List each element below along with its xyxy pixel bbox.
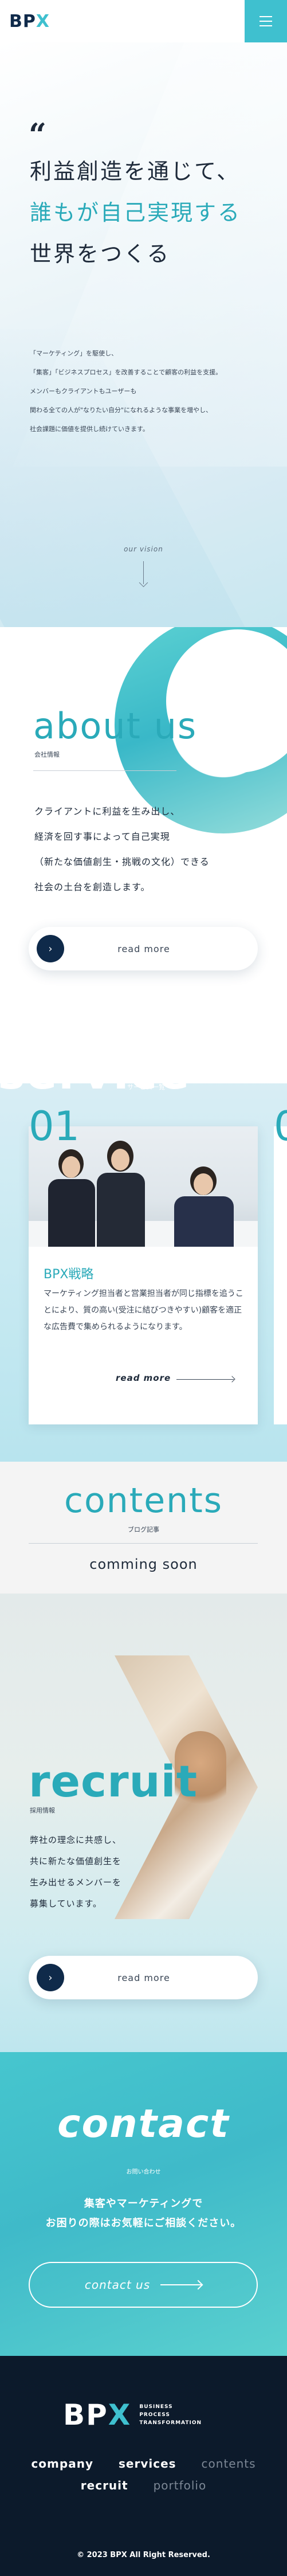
chevron-right-icon: › xyxy=(37,1964,64,1991)
footer-logo-text: BPX xyxy=(63,2398,132,2432)
recruit-body-line: 募集しています。 xyxy=(30,1898,103,1909)
site-header: BPX xyxy=(0,0,287,42)
about-subtitle: 会社情報 xyxy=(34,751,60,758)
hero-body: 「マーケティング」を駆使し、 「集客」「ビジネスプロセス」を改善することで顧客の… xyxy=(30,344,259,439)
contents-status: comming soon xyxy=(89,1556,198,1572)
hero-body-line: メンバーもクライアントもユーザーも xyxy=(30,387,137,395)
service-card-title: BPX戦略 xyxy=(44,1267,94,1282)
service-card[interactable]: BPX戦略 マーケティング担当者と営業担当者が同じ指標を追うことにより、質の高い… xyxy=(29,1126,258,1424)
divider xyxy=(33,770,176,771)
about-title: about us xyxy=(33,705,198,747)
photo-person xyxy=(95,1141,146,1247)
footer-nav: company services contents recruit portfo… xyxy=(0,2457,287,2500)
divider xyxy=(29,1543,258,1544)
service-read-more-link[interactable]: read more xyxy=(116,1373,171,1383)
logo[interactable]: BPX xyxy=(0,0,50,42)
quote-mark: “ xyxy=(29,116,47,153)
site-footer: BPX BUSINESS PROCESS TRANSFORMATION comp… xyxy=(0,2356,287,2576)
photo-person xyxy=(46,1149,97,1247)
footer-tagline-line: BUSINESS xyxy=(139,2404,173,2410)
service-card-number: 01 xyxy=(29,1103,80,1150)
contents-title: contents xyxy=(64,1481,223,1521)
footer-logo[interactable]: BPX BUSINESS PROCESS TRANSFORMATION xyxy=(63,2401,202,2429)
photo-person xyxy=(172,1166,235,1247)
contents-section: contents ブログ記事 comming soon xyxy=(0,1462,287,1594)
logo-text: BPX xyxy=(9,11,50,32)
next-service-card[interactable] xyxy=(274,1126,287,1424)
footer-tagline-line: PROCESS xyxy=(139,2412,170,2418)
about-section: about us 会社情報 クライアントに利益を生み出し、 経済を回す事によって… xyxy=(0,627,287,1049)
recruit-body: 弊社の理念に共感し、 共に新たな価値創生を 生み出せるメンバーを 募集しています… xyxy=(30,1830,121,1915)
footer-nav-row: company services contents xyxy=(0,2457,287,2471)
hero-heading-line-accent: 誰もが自己実現する xyxy=(30,200,242,225)
about-body-line: （新たな価値創生・挑戦の文化）できる xyxy=(34,856,210,867)
contact-us-label: contact us xyxy=(84,2278,151,2292)
hero-body-line: 「集客」「ビジネスプロセス」を改善することで顧客の利益を支援。 xyxy=(30,369,222,376)
read-more-label: read more xyxy=(117,1972,170,1983)
contact-subtitle: お問い合わせ xyxy=(126,2169,161,2175)
hero-body-line: 社会課題に価値を提供し続けていきます。 xyxy=(30,425,149,433)
hamburger-icon-bar xyxy=(260,25,272,26)
footer-link-portfolio[interactable]: portfolio xyxy=(154,2479,207,2492)
about-body-line: 社会の土台を創造します。 xyxy=(34,882,151,892)
chevron-right-icon: › xyxy=(37,935,64,962)
footer-nav-row: recruit portfolio xyxy=(0,2479,287,2492)
hero-heading-line: 世界をつくる xyxy=(30,241,171,267)
menu-button[interactable] xyxy=(245,0,287,42)
contact-text-line: 集客やマーケティングで xyxy=(84,2198,203,2210)
hero-body-line: 「マーケティング」を駆使し、 xyxy=(30,350,118,357)
service-section: service サービス一覧 0 BPX戦略 マーケティング担当者と営業担当者が… xyxy=(0,1049,287,1462)
arrow-right-icon xyxy=(176,1379,234,1380)
footer-link-contents[interactable]: contents xyxy=(202,2457,256,2471)
footer-link-company[interactable]: company xyxy=(31,2457,93,2471)
contents-subtitle: ブログ記事 xyxy=(128,1526,159,1533)
next-service-number: 0 xyxy=(274,1103,287,1150)
hero-section: “ 利益創造を通じて、 誰もが自己実現する 世界をつくる 「マーケティング」を駆… xyxy=(0,42,287,627)
about-body: クライアントに利益を生み出し、 経済を回す事によって自己実現 （新たな価値創生・… xyxy=(34,799,210,900)
about-read-more-button[interactable]: › read more xyxy=(29,927,258,970)
contact-text: 集客やマーケティングで お困りの際はお気軽にご相談ください。 xyxy=(0,2194,287,2233)
contact-section: contact お問い合わせ 集客やマーケティングで お困りの際はお気軽にご相談… xyxy=(0,2052,287,2356)
contact-us-button[interactable]: contact us xyxy=(29,2262,258,2308)
about-body-line: 経済を回す事によって自己実現 xyxy=(34,831,170,842)
recruit-read-more-button[interactable]: › read more xyxy=(29,1956,258,1999)
read-more-label: read more xyxy=(117,943,170,954)
hero-heading-line: 利益創造を通じて、 xyxy=(30,159,241,184)
hamburger-icon xyxy=(260,16,272,17)
copyright: © 2023 BPX All Right Reserved. xyxy=(77,2551,210,2559)
footer-link-services[interactable]: services xyxy=(119,2457,176,2471)
recruit-subtitle: 採用情報 xyxy=(30,1807,55,1814)
service-subtitle: サービス一覧 xyxy=(127,1083,165,1091)
recruit-section: recruit 採用情報 弊社の理念に共感し、 共に新たな価値創生を 生み出せる… xyxy=(0,1594,287,2052)
scroll-label[interactable]: our vision xyxy=(0,545,287,553)
recruit-body-line: 弊社の理念に共感し、 xyxy=(30,1835,122,1845)
service-card-text: マーケティング担当者と営業担当者が同じ指標を追うことにより、質の高い(受注に結び… xyxy=(44,1289,243,1332)
page: BPX “ 利益創造を通じて、 誰もが自己実現する 世界をつくる 「マーケティン… xyxy=(0,0,287,2576)
footer-link-recruit[interactable]: recruit xyxy=(81,2479,128,2492)
recruit-body-line: 共に新たな価値創生を xyxy=(30,1856,122,1866)
recruit-title: recruit xyxy=(29,1756,198,1807)
recruit-body-line: 生み出せるメンバーを xyxy=(30,1877,122,1888)
hero-body-line: 関わる全ての人が"なりたい自分"になれるような事業を増やし、 xyxy=(30,406,213,414)
arrow-right-icon xyxy=(160,2284,202,2285)
contact-text-line: お困りの際はお気軽にご相談ください。 xyxy=(45,2217,242,2229)
about-body-line: クライアントに利益を生み出し、 xyxy=(34,806,180,817)
footer-tagline-line: TRANSFORMATION xyxy=(139,2420,202,2426)
footer-tagline: BUSINESS PROCESS TRANSFORMATION xyxy=(139,2403,202,2427)
hamburger-icon-bar xyxy=(260,21,272,22)
arrow-right-icon-head xyxy=(229,1376,235,1383)
contact-title: contact xyxy=(57,2101,230,2147)
